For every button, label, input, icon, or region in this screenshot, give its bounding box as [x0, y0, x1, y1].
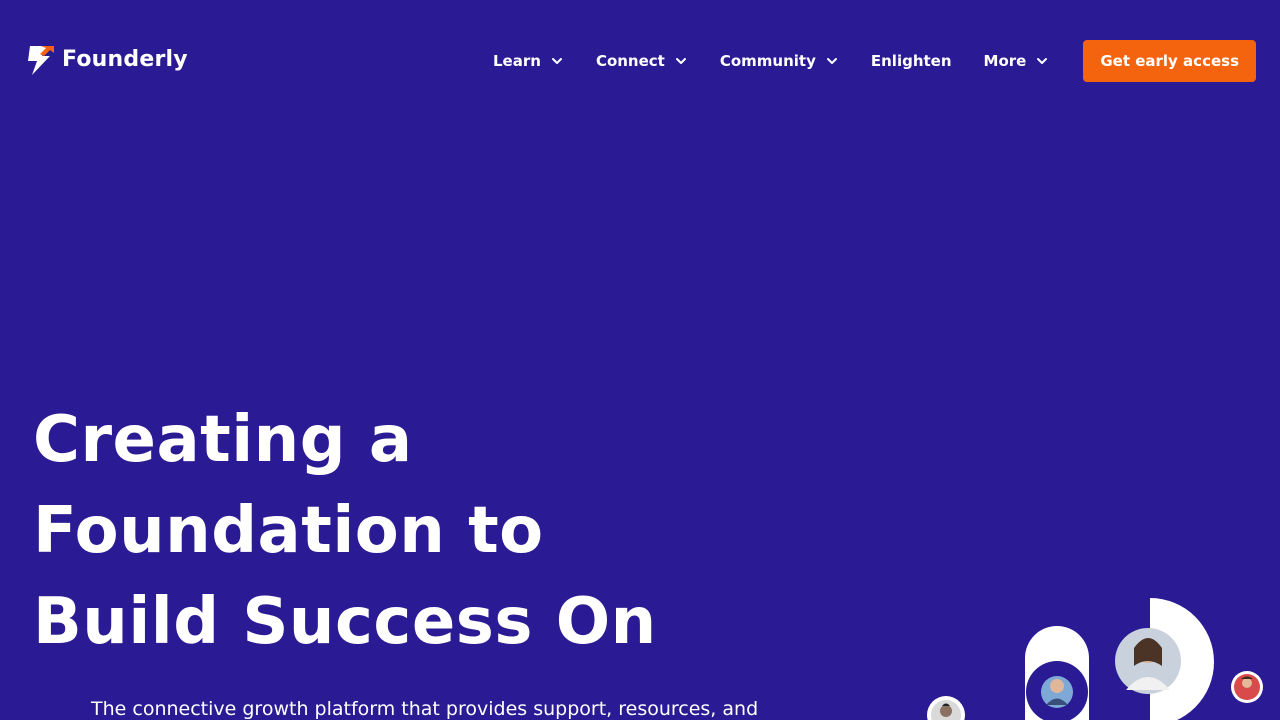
- hero-title-line: Creating a: [33, 403, 413, 477]
- hero-title: Creating a Foundation to Build Success O…: [33, 395, 657, 668]
- nav-item-label: More: [983, 52, 1027, 70]
- chevron-down-icon: [826, 58, 837, 64]
- landing-page: Founderly Learn Connect Community Enligh…: [0, 0, 1280, 720]
- hero-subtitle: The connective growth platform that prov…: [91, 698, 759, 720]
- nav-item-label: Connect: [595, 52, 665, 70]
- hero-title-line: Build Success On: [33, 585, 657, 659]
- chevron-down-icon: [1037, 58, 1048, 64]
- community-avatars-graphic: [927, 598, 1263, 720]
- nav-item-label: Enlighten: [870, 52, 952, 70]
- chevron-down-icon: [675, 58, 686, 64]
- nav-item-learn[interactable]: Learn: [493, 52, 564, 70]
- hero-title-line: Foundation to: [33, 494, 544, 568]
- nav-item-connect[interactable]: Connect: [596, 52, 688, 70]
- brand-logo[interactable]: Founderly: [24, 44, 188, 76]
- brand-name: Founderly: [62, 47, 188, 72]
- nav-item-label: Community: [719, 52, 816, 70]
- nav-item-label: Learn: [493, 52, 541, 70]
- get-early-access-button[interactable]: Get early access: [1083, 40, 1256, 82]
- nav-item-enlighten[interactable]: Enlighten: [871, 52, 952, 70]
- community-illustration: [900, 590, 1280, 720]
- main-nav: Learn Connect Community Enlighten More G…: [493, 40, 1256, 82]
- chevron-down-icon: [551, 58, 562, 64]
- nav-item-more[interactable]: More: [984, 52, 1050, 70]
- nav-item-community[interactable]: Community: [720, 52, 839, 70]
- lightning-bolt-icon: [28, 46, 54, 75]
